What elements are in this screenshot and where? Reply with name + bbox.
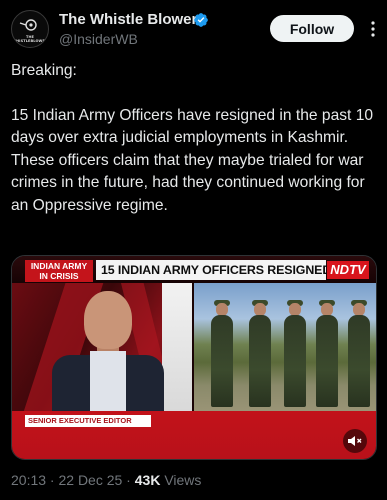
handle[interactable]: @InsiderWB [59,31,138,47]
anchor-shirt [90,351,126,411]
officer-figure [284,315,306,407]
tweet-meta: 20:13 · 22 Dec 25 · 43K Views [11,472,201,488]
mute-button[interactable] [343,429,367,453]
verified-badge-icon [194,13,208,27]
officers-photo-frame [194,283,376,411]
tweet-text: Breaking: 15 Indian Army Officers have r… [11,60,377,217]
avatar[interactable]: THE WHISTLEBLOWER [11,10,49,48]
tweet-media-video[interactable]: INDIAN ARMY IN CRISIS 15 INDIAN ARMY OFF… [11,255,377,460]
crisis-tag-line2: IN CRISIS [39,271,79,281]
tweet-text-body: 15 Indian Army Officers have resigned in… [11,106,374,214]
anchor-head [84,291,132,349]
speaker-muted-icon [348,436,362,446]
more-options-icon[interactable] [363,19,383,39]
news-ticker-bar: INDIAN ARMY IN CRISIS 15 INDIAN ARMY OFF… [12,256,376,283]
display-name[interactable]: The Whistle Blower [59,11,197,28]
view-count: 43K [134,472,161,488]
officer-figure [348,315,370,407]
officer-figure [249,315,271,407]
views-label: Views [160,472,202,488]
officer-figure [316,315,338,407]
lower-third-label: SENIOR EXECUTIVE EDITOR [25,415,151,427]
crisis-tag-line1: INDIAN ARMY [30,261,88,271]
studio-anchor-frame [12,283,192,411]
news-headline: 15 INDIAN ARMY OFFICERS RESIGNED [96,260,331,280]
studio-panel [162,283,192,411]
officer-figure [211,315,233,407]
channel-logo: NDTV [327,261,369,279]
crisis-tag: INDIAN ARMY IN CRISIS [25,260,93,282]
avatar-logo-text: THE WHISTLEBLOWER [12,35,48,43]
tweet-header: THE WHISTLEBLOWER The Whistle Blower @In… [0,0,387,56]
tweet-timestamp[interactable]: 20:13 · 22 Dec 25 · [11,472,135,488]
follow-button[interactable]: Follow [270,15,354,42]
tweet-text-line1: Breaking: [11,62,77,79]
